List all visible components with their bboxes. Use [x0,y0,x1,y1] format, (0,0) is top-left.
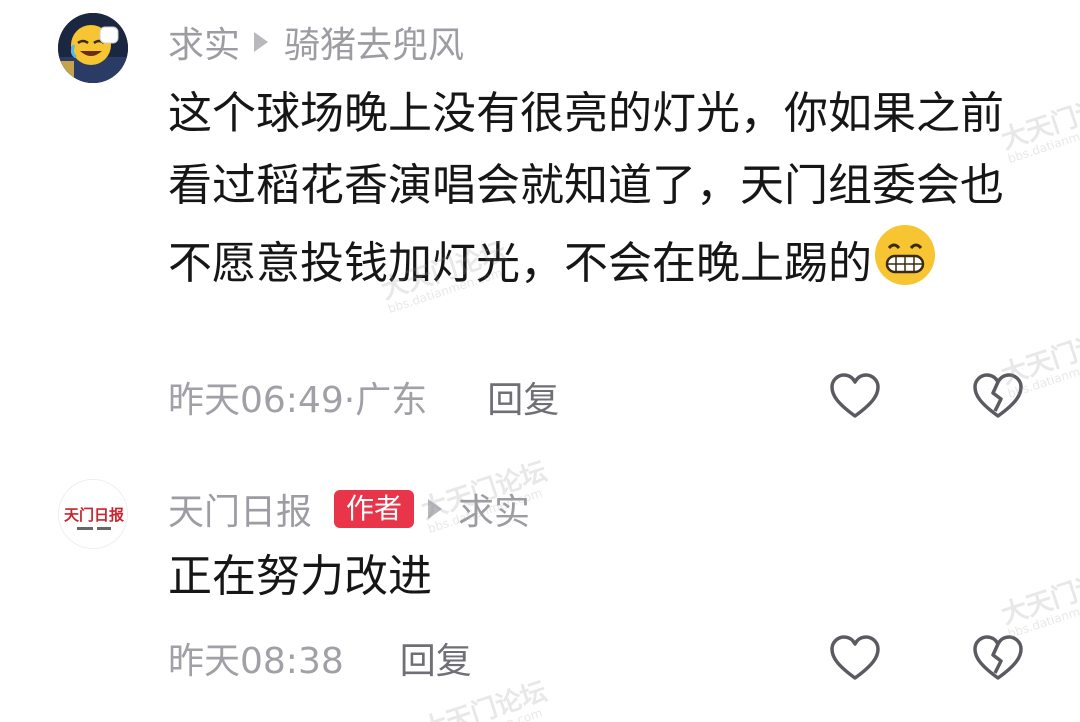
timestamp: 昨天08:38 [168,641,344,682]
comment-meta: 求实 骑猪去兜风 [168,16,464,68]
emoji-avatar-icon [58,13,128,83]
timestamp: 昨天06:49·广东 [168,380,428,421]
newspaper-logo-icon: 天门日报 [59,480,127,548]
dislike-button[interactable] [970,631,1026,687]
comment-meta: 天门日报 作者 求实 [168,483,530,535]
comment-text: 这个球场晚上没有很亮的灯光，你如果之前看过稻花香演唱会就知道了，天门组委会也不愿… [168,78,1018,300]
username[interactable]: 求实 [168,16,240,68]
comment-body: 正在努力改进 [168,551,432,602]
avatar[interactable] [58,13,128,83]
reply-to-username[interactable]: 求实 [458,483,530,535]
comment-footer: 昨天06:49·广东 回复 [168,370,559,424]
heart-icon [830,373,880,418]
username[interactable]: 天门日报 [168,483,312,535]
comment-text: 正在努力改进 [168,541,1018,613]
reply-to-username[interactable]: 骑猪去兜风 [284,16,464,68]
reply-arrow-icon [428,499,443,519]
reply-button[interactable]: 回复 [487,371,559,423]
broken-heart-icon [973,373,1023,418]
comment-footer: 昨天08:38 回复 [168,631,472,685]
reply-arrow-icon [254,32,269,52]
heart-icon [830,635,880,680]
svg-text:天门日报: 天门日报 [64,506,124,524]
like-button[interactable] [827,369,883,425]
reply-button[interactable]: 回复 [400,632,472,684]
comment-item: 天门日报 天门日报 作者 求实 正在努力改进 昨天08:38 回复 [0,465,1080,722]
avatar[interactable]: 天门日报 [58,479,128,549]
like-button[interactable] [827,631,883,687]
dislike-button[interactable] [970,369,1026,425]
comment-item: 求实 骑猪去兜风 这个球场晚上没有很亮的灯光，你如果之前看过稻花香演唱会就知道了… [0,0,1080,460]
author-badge: 作者 [334,490,415,528]
broken-heart-icon [973,635,1023,680]
grinning-face-icon [872,222,938,288]
